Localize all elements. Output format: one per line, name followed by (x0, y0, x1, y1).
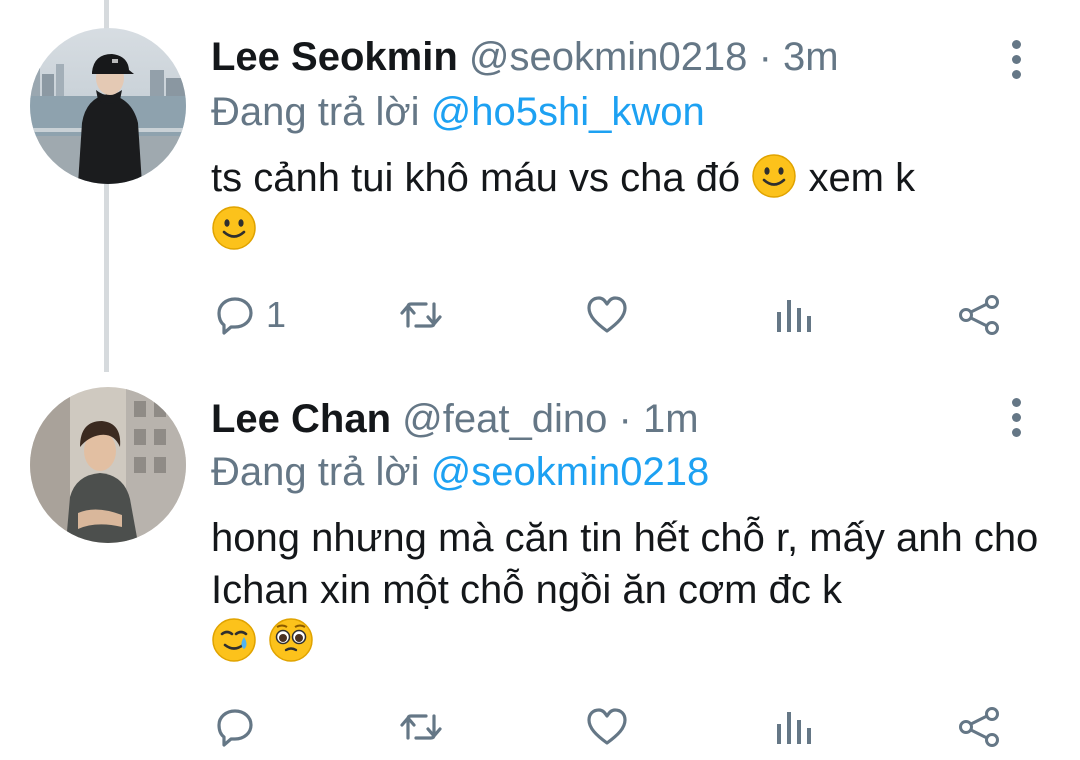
like-button[interactable] (584, 290, 630, 340)
tweet-text-part: ts cảnh tui khô máu vs cha đó (211, 156, 741, 200)
avatar[interactable] (30, 28, 186, 184)
stats-button[interactable] (770, 290, 816, 340)
user-handle[interactable]: @feat_dino (402, 397, 607, 441)
heart-icon (587, 708, 627, 745)
tweet-actions: 1 (212, 290, 1012, 340)
replying-to-label: Đang trả lời (211, 90, 420, 134)
avatar-photo (30, 28, 186, 184)
reply-button[interactable]: 1 (212, 290, 286, 340)
more-vertical-icon (1008, 40, 1024, 79)
stats-icon (777, 712, 811, 744)
tweet-actions (212, 702, 1012, 752)
smiling-face-with-tear-icon (212, 618, 256, 662)
reply-count: 1 (266, 294, 287, 335)
retweet-icon (400, 302, 442, 328)
mention-link[interactable]: @seokmin0218 (431, 450, 710, 494)
tweet-text: hong nhưng mà căn tin hết chỗ r, mấy anh… (211, 512, 1041, 668)
tweet-header: Lee Chan @feat_dino · 1m (211, 394, 699, 444)
tweet[interactable]: Lee Chan @feat_dino · 1m Đang trả lời @s… (0, 372, 1080, 760)
heart-icon (587, 296, 627, 333)
reply-icon (217, 297, 253, 335)
retweet-button[interactable] (398, 702, 444, 752)
avatar[interactable] (30, 387, 186, 543)
timestamp[interactable]: 1m (643, 397, 699, 441)
tweet-text-part: xem k (808, 156, 916, 200)
more-vertical-icon (1008, 398, 1024, 437)
slightly-smiling-face-icon (212, 206, 256, 250)
avatar-photo (30, 387, 186, 543)
display-name[interactable]: Lee Seokmin (211, 35, 458, 79)
retweet-button[interactable] (398, 290, 444, 340)
reply-icon (217, 709, 253, 747)
tweet-header: Lee Seokmin @seokmin0218 · 3m (211, 32, 839, 82)
share-button[interactable] (956, 702, 1002, 752)
reply-button[interactable] (212, 702, 266, 752)
replying-to-line: Đang trả lời @seokmin0218 (211, 447, 709, 497)
slightly-smiling-face-icon (752, 154, 797, 198)
user-handle[interactable]: @seokmin0218 (469, 35, 748, 79)
stats-button[interactable] (770, 702, 816, 752)
like-button[interactable] (584, 702, 630, 752)
more-options-button[interactable] (1008, 40, 1024, 85)
share-icon (959, 295, 999, 335)
mention-link[interactable]: @ho5shi_kwon (431, 90, 705, 134)
separator-dot: · (618, 397, 632, 441)
more-options-button[interactable] (1008, 398, 1024, 443)
retweet-icon (400, 714, 442, 740)
stats-icon (777, 300, 811, 332)
share-icon (959, 707, 999, 747)
replying-to-line: Đang trả lời @ho5shi_kwon (211, 87, 705, 137)
tweet-text: ts cảnh tui khô máu vs cha đó xem k (211, 152, 1041, 256)
tweet-text-part: hong nhưng mà căn tin hết chỗ r, mấy anh… (211, 516, 1039, 612)
replying-to-label: Đang trả lời (211, 450, 420, 494)
timestamp[interactable]: 3m (783, 35, 839, 79)
tweet[interactable]: Lee Seokmin @seokmin0218 · 3m Đang trả l… (0, 0, 1080, 372)
display-name[interactable]: Lee Chan (211, 397, 391, 441)
separator-dot: · (758, 35, 772, 79)
pleading-face-icon (269, 618, 313, 662)
share-button[interactable] (956, 290, 1002, 340)
